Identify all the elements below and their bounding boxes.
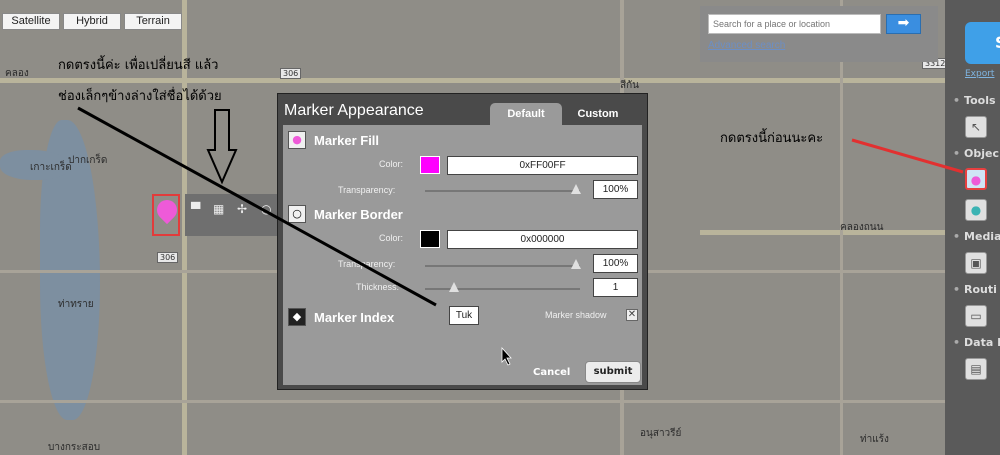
marker-shadow-checkbox[interactable]: ✕ xyxy=(626,309,638,321)
pointer-tool-icon[interactable]: ↖ xyxy=(965,116,987,138)
submit-button[interactable]: submit xyxy=(585,361,641,383)
sidebar-section-tools: Tools xyxy=(953,94,995,107)
fill-color-label: Color: xyxy=(379,159,404,169)
image-tool-icon[interactable]: ▣ xyxy=(965,252,987,274)
border-transparency-field[interactable]: 100% xyxy=(593,254,638,273)
search-panel: ➡ Advanced search xyxy=(700,6,938,62)
marker-shadow-label: Marker shadow xyxy=(545,310,607,320)
slider-knob[interactable] xyxy=(449,282,459,292)
map-label: เกาะเกร็ด xyxy=(30,162,72,173)
map-label: คลองถนน xyxy=(840,222,884,233)
fill-transparency-slider[interactable] xyxy=(425,184,581,194)
road xyxy=(0,78,945,83)
border-thickness-slider[interactable] xyxy=(425,282,580,292)
map-label: คลอง xyxy=(5,68,29,79)
marker-border-icon: ○ xyxy=(288,205,306,223)
slider-knob[interactable] xyxy=(571,184,581,194)
sidebar-section-data: Data I xyxy=(953,336,1000,349)
map-label: ท่าทราย xyxy=(58,299,94,310)
border-color-swatch[interactable] xyxy=(420,230,440,248)
annotation-note-line1: กดตรงนี้ค่ะ เพื่อเปลี่ยนสี แล้ว xyxy=(58,58,219,73)
fill-color-field[interactable]: 0xFF00FF xyxy=(447,156,638,175)
export-link[interactable]: Export xyxy=(965,69,994,79)
cancel-button[interactable]: Cancel xyxy=(533,367,570,378)
tab-custom[interactable]: Custom xyxy=(568,103,628,125)
marker-pin-icon xyxy=(152,195,182,225)
marker-border-heading: Marker Border xyxy=(314,207,403,222)
circle-tool-icon[interactable]: ● xyxy=(965,199,987,221)
road xyxy=(700,230,945,235)
map-label: ปากเกร็ด xyxy=(68,155,108,166)
road xyxy=(0,400,945,403)
dialog-body: ● Marker Fill Color: 0xFF00FF Transparen… xyxy=(283,125,642,385)
map-label: ท่าแร้ง xyxy=(860,434,889,445)
tab-default[interactable]: Default xyxy=(490,103,562,125)
search-input[interactable] xyxy=(708,14,881,34)
map-type-satellite-button[interactable]: Satellite xyxy=(2,13,60,30)
route-shield: 306 xyxy=(280,68,302,79)
sidebar-section-routing: Routi xyxy=(953,283,997,296)
fill-transparency-label: Transparency: xyxy=(338,185,396,195)
border-color-field[interactable]: 0x000000 xyxy=(447,230,638,249)
save-button[interactable]: S xyxy=(965,22,1000,64)
border-transparency-label: Transparency: xyxy=(338,259,396,269)
border-thickness-field[interactable]: 1 xyxy=(593,278,638,297)
marker-fill-heading: Marker Fill xyxy=(314,133,380,148)
data-tool-icon[interactable]: ▤ xyxy=(965,358,987,380)
sidebar: S Export Tools ↖ Objec ● ● Media ▣ Routi… xyxy=(945,0,1000,455)
map-type-hybrid-button[interactable]: Hybrid xyxy=(63,13,121,30)
route-shield: 306 xyxy=(157,252,179,263)
car-tool-icon[interactable]: ▭ xyxy=(965,305,987,327)
annotation-note-right: กดตรงนี้ก่อนนะคะ xyxy=(720,131,824,146)
map-label: บางกระสอบ xyxy=(48,442,101,453)
border-transparency-slider[interactable] xyxy=(425,259,581,269)
magnify-icon[interactable]: ○ xyxy=(261,202,271,216)
border-thickness-label: Thickness: xyxy=(356,282,400,292)
sidebar-section-media: Media xyxy=(953,230,1000,243)
map-marker[interactable] xyxy=(152,194,182,236)
comment-icon[interactable]: ▀ xyxy=(191,202,200,216)
search-go-button[interactable]: ➡ xyxy=(886,14,921,34)
map-label: อนุสาวรีย์ xyxy=(640,428,682,439)
move-icon[interactable]: ✢ xyxy=(237,202,247,216)
slider-knob[interactable] xyxy=(571,259,581,269)
advanced-search-link[interactable]: Advanced search xyxy=(708,40,785,51)
map-type-terrain-button[interactable]: Terrain xyxy=(124,13,182,30)
marker-fill-icon: ● xyxy=(288,131,306,149)
fill-transparency-field[interactable]: 100% xyxy=(593,180,638,199)
marker-appearance-dialog: Marker Appearance Default Custom ● Marke… xyxy=(277,93,648,390)
border-color-label: Color: xyxy=(379,233,404,243)
sidebar-section-objects: Objec xyxy=(953,147,999,160)
fill-color-swatch[interactable] xyxy=(420,156,440,174)
map-label: สีกัน xyxy=(620,80,639,91)
marker-index-heading: Marker Index xyxy=(314,310,395,325)
marker-index-field[interactable]: Tuk xyxy=(449,306,479,325)
dialog-title: Marker Appearance xyxy=(284,102,424,119)
grid-icon[interactable]: ▦ xyxy=(213,202,224,216)
marker-toolbar: ▀ ▦ ✢ ○ xyxy=(185,194,278,236)
annotation-note-line2: ช่องเล็กๆข้างล่างใส่ชื่อได้ด้วย xyxy=(58,89,222,104)
marker-tool-icon[interactable]: ● xyxy=(965,168,987,190)
marker-index-icon: ◆ xyxy=(288,308,306,326)
